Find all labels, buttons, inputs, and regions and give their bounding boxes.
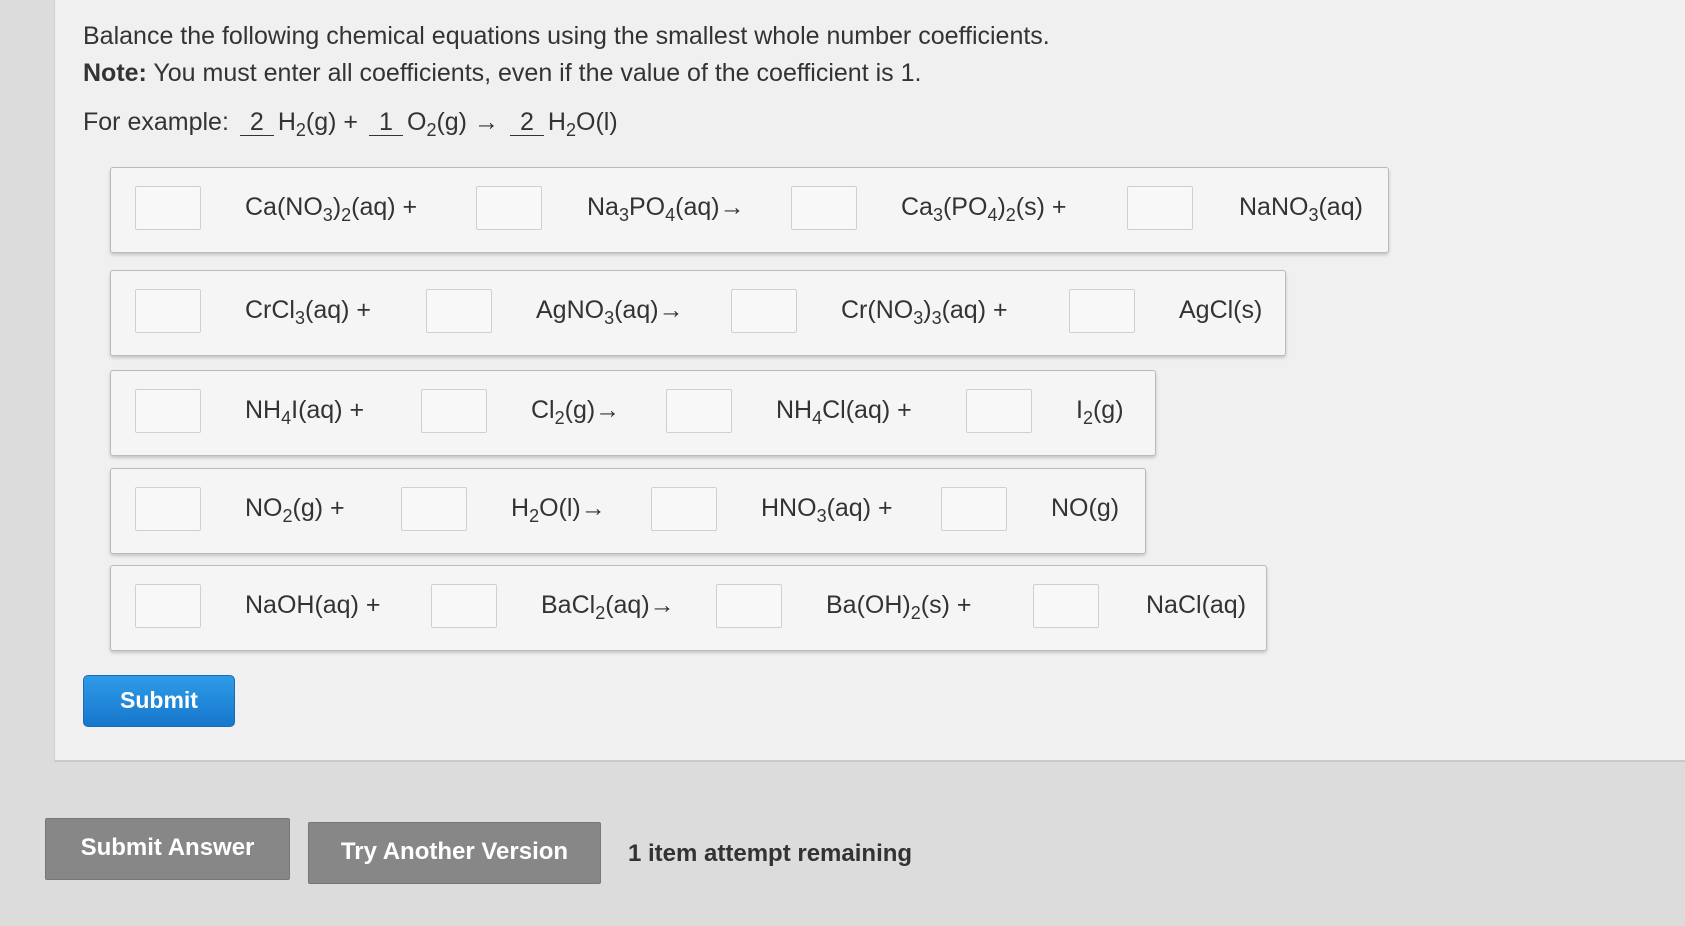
coefficient-input-2b[interactable] — [426, 289, 492, 333]
product-2: NaCl(aq) — [1146, 591, 1247, 619]
submit-button[interactable]: Submit — [83, 675, 235, 727]
product-2: AgCl(s) — [1179, 296, 1263, 324]
try-another-version-button[interactable]: Try Another Version — [308, 822, 601, 884]
reactant-2: H2O(l)→ — [511, 494, 606, 526]
coefficient-input-3c[interactable] — [666, 389, 732, 433]
product-2: NaNO3(aq) — [1239, 193, 1363, 225]
submit-answer-button[interactable]: Submit Answer — [45, 818, 290, 880]
example-equation: For example: 2 H2(g) + 1 O2(g) → 2 H2O(l) — [83, 108, 618, 141]
instructions-note: Note: You must enter all coefficients, e… — [83, 55, 1050, 92]
coefficient-input-4b[interactable] — [401, 487, 467, 531]
example-state-3: O(l) — [576, 108, 618, 136]
coefficient-input-2a[interactable] — [135, 289, 201, 333]
instructions-line1: Balance the following chemical equations… — [83, 22, 1050, 50]
coefficient-input-4d[interactable] — [941, 487, 1007, 531]
coefficient-input-1d[interactable] — [1127, 186, 1193, 230]
example-species-3: H — [547, 108, 566, 136]
example-state-2: (g) — [436, 108, 468, 136]
coefficient-input-2c[interactable] — [731, 289, 797, 333]
reactant-2: Cl2(g)→ — [531, 396, 621, 428]
example-species-2: O — [406, 108, 427, 136]
coefficient-input-5a[interactable] — [135, 584, 201, 628]
example-coef-3: 2 — [509, 109, 544, 136]
coefficient-input-1c[interactable] — [791, 186, 857, 230]
coefficient-input-5b[interactable] — [431, 584, 497, 628]
example-state-1: (g) + — [305, 108, 359, 136]
example-species-1: H — [277, 108, 296, 136]
reactant-1: Ca(NO3)2(aq) + — [245, 193, 418, 225]
reactant-2: Na3PO4(aq)→ — [587, 193, 745, 225]
example-sub-3: 2 — [565, 120, 576, 140]
reactant-2: AgNO3(aq)→ — [536, 296, 684, 328]
product-1: Ca3(PO4)2(s) + — [901, 193, 1067, 225]
coefficient-input-2d[interactable] — [1069, 289, 1135, 333]
reactant-2: BaCl2(aq)→ — [541, 591, 675, 623]
coefficient-input-5c[interactable] — [716, 584, 782, 628]
coefficient-input-3d[interactable] — [966, 389, 1032, 433]
coefficient-input-4a[interactable] — [135, 487, 201, 531]
equation-row-2: CrCl3(aq) + AgNO3(aq)→ Cr(NO3)3(aq) + Ag… — [110, 270, 1286, 356]
example-coef-1: 2 — [239, 109, 274, 136]
coefficient-input-5d[interactable] — [1033, 584, 1099, 628]
example-sub-1: 2 — [295, 120, 306, 140]
instructions: Balance the following chemical equations… — [83, 18, 1050, 92]
coefficient-input-1a[interactable] — [135, 186, 201, 230]
coefficient-input-3a[interactable] — [135, 389, 201, 433]
coefficient-input-3b[interactable] — [421, 389, 487, 433]
product-1: Cr(NO3)3(aq) + — [841, 296, 1008, 328]
product-1: Ba(OH)2(s) + — [826, 591, 972, 623]
equation-row-5: NaOH(aq) + BaCl2(aq)→ Ba(OH)2(s) + NaCl(… — [110, 565, 1267, 651]
coefficient-input-4c[interactable] — [651, 487, 717, 531]
equation-row-3: NH4I(aq) + Cl2(g)→ NH4Cl(aq) + I2(g) — [110, 370, 1156, 456]
example-sub-2: 2 — [426, 120, 437, 140]
reactant-1: NO2(g) + — [245, 494, 345, 526]
reactant-1: NaOH(aq) + — [245, 591, 381, 619]
example-arrow: → — [473, 108, 499, 136]
note-label: Note: — [83, 59, 147, 87]
note-text: You must enter all coefficients, even if… — [146, 59, 922, 87]
coefficient-input-1b[interactable] — [476, 186, 542, 230]
example-label: For example: — [83, 108, 229, 136]
reactant-1: NH4I(aq) + — [245, 396, 365, 428]
reactant-1: CrCl3(aq) + — [245, 296, 372, 328]
example-coef-2: 1 — [368, 109, 403, 136]
equation-row-1: Ca(NO3)2(aq) + Na3PO4(aq)→ Ca3(PO4)2(s) … — [110, 167, 1389, 253]
product-2: NO(g) — [1051, 494, 1120, 522]
product-1: NH4Cl(aq) + — [776, 396, 912, 428]
product-2: I2(g) — [1076, 396, 1124, 428]
equation-row-4: NO2(g) + H2O(l)→ HNO3(aq) + NO(g) — [110, 468, 1146, 554]
product-1: HNO3(aq) + — [761, 494, 893, 526]
attempts-remaining: 1 item attempt remaining — [628, 840, 913, 867]
